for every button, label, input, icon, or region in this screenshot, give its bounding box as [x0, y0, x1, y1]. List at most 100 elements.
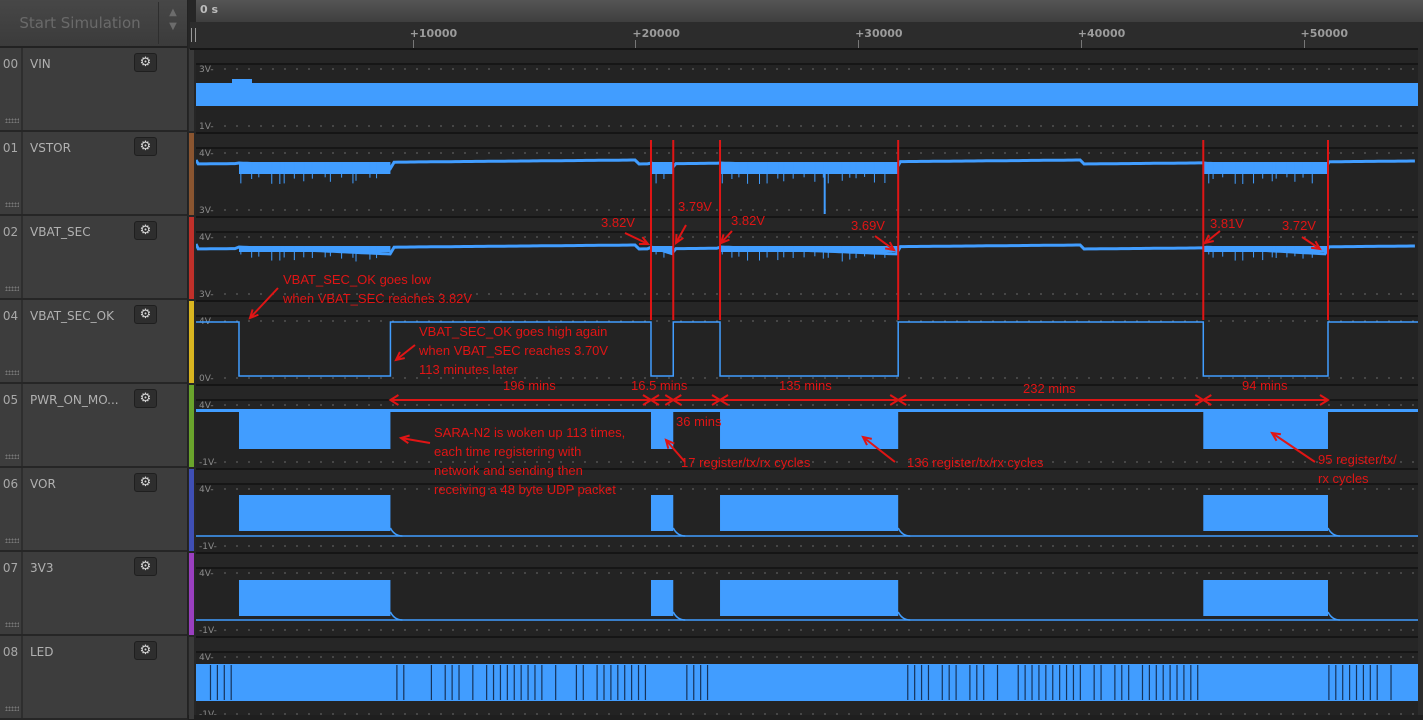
track-separator: [196, 147, 1423, 149]
channel-color-04: [189, 301, 194, 383]
drag-grip-icon[interactable]: [5, 454, 19, 459]
vbat-sec-ok-low-note: when VBAT_SEC reaches 3.82V: [283, 291, 473, 306]
y-min-label: 0V-: [199, 374, 214, 384]
track-label-pwr-on-mo-[interactable]: 05 PWR_ON_MO... ⚙: [0, 384, 188, 468]
track-name: PWR_ON_MO...: [30, 393, 119, 407]
vor-burst: [720, 495, 899, 531]
time-tick-label: +40000: [1077, 27, 1126, 40]
cycles-136-note: 136 register/tx/rx cycles: [907, 455, 1044, 470]
3v3-burst: [1203, 580, 1328, 616]
vstor-load-band: [238, 162, 391, 174]
gear-icon[interactable]: ⚙: [134, 389, 157, 408]
sara-wakeup-note: each time registering with: [434, 444, 582, 459]
gear-icon[interactable]: ⚙: [134, 557, 157, 576]
3v3-burst: [650, 580, 674, 616]
track-name: VOR: [30, 477, 56, 491]
vor-burst: [1203, 495, 1328, 531]
track-name: VBAT_SEC_OK: [30, 309, 114, 323]
drag-grip-icon[interactable]: [5, 202, 19, 207]
duration-label: 16.5 mins: [631, 378, 688, 393]
drag-grip-icon[interactable]: [5, 370, 19, 375]
time-tick-label: +30000: [855, 27, 903, 40]
track-label-3v3[interactable]: 07 3V3 ⚙: [0, 552, 188, 636]
track-label-led[interactable]: 08 LED ⚙: [0, 636, 188, 720]
drag-grip-icon[interactable]: [5, 622, 19, 627]
time-tick-mark: [858, 40, 860, 48]
track-separator: [196, 132, 1423, 134]
track-separator: [196, 567, 1423, 569]
duration-label: 94 mins: [1242, 378, 1288, 393]
y-max-label: 4V-: [199, 149, 214, 159]
channel-color-05: [189, 385, 194, 467]
ruler-drag-handle[interactable]: [191, 28, 196, 42]
triangle-down-icon[interactable]: ▼: [160, 20, 186, 34]
track-header-band: [196, 638, 1423, 651]
vbat-sec-ok-low-note: VBAT_SEC_OK goes low: [283, 272, 431, 287]
duration-label: 196 mins: [503, 378, 556, 393]
gear-icon[interactable]: ⚙: [134, 221, 157, 240]
drag-grip-icon[interactable]: [5, 286, 19, 291]
track-label-vstor[interactable]: 01 VSTOR ⚙: [0, 132, 188, 216]
y-min-label: -1V-: [199, 710, 217, 715]
y-min-label: -1V-: [199, 542, 217, 552]
track-name: LED: [30, 645, 54, 659]
triangle-up-icon[interactable]: ▲: [160, 6, 186, 20]
start-simulation-button[interactable]: Start Simulation: [2, 2, 159, 44]
y-max-label: 3V-: [199, 65, 214, 75]
led-trace: [196, 664, 1418, 701]
channel-panel: Start Simulation ▲ ▼ 00 VIN ⚙ 01 VSTOR ⚙…: [0, 0, 188, 720]
gear-icon[interactable]: ⚙: [134, 305, 157, 324]
vor-burst: [238, 495, 391, 531]
drag-grip-icon[interactable]: [5, 538, 19, 543]
track-label-vbat-sec[interactable]: 02 VBAT_SEC ⚙: [0, 216, 188, 300]
channel-color-00: [189, 49, 194, 131]
time-tick-mark: [1080, 40, 1082, 48]
track-label-vor[interactable]: 06 VOR ⚙: [0, 468, 188, 552]
channel-color-01: [189, 133, 194, 215]
voltage-label: 3.69V: [851, 218, 885, 233]
gear-icon[interactable]: ⚙: [134, 641, 157, 660]
vin-trace: [196, 83, 1418, 106]
track-header-band: [196, 134, 1423, 147]
track-separator: [196, 48, 1423, 50]
pwr-on-burst: [1203, 409, 1328, 449]
track-name: 3V3: [30, 561, 54, 575]
y-min-label: 3V-: [199, 290, 214, 300]
track-name: VBAT_SEC: [30, 225, 91, 239]
channel-color-strip: [188, 0, 196, 719]
gear-icon[interactable]: ⚙: [134, 53, 157, 72]
gear-icon[interactable]: ⚙: [134, 473, 157, 492]
cycles-17-note: 17 register/tx/rx cycles: [681, 455, 811, 470]
duration-label: 36 mins: [676, 414, 722, 429]
vbat-sec-ok-high-note: when VBAT_SEC reaches 3.70V: [419, 343, 609, 358]
simulation-header: Start Simulation ▲ ▼: [0, 0, 188, 48]
y-max-label: 4V-: [199, 569, 214, 579]
track-label-vbat-sec-ok[interactable]: 04 VBAT_SEC_OK ⚙: [0, 300, 188, 384]
track-name: VIN: [30, 57, 51, 71]
vertical-scrollbar: [1418, 48, 1423, 715]
drag-grip-icon[interactable]: [5, 706, 19, 711]
voltage-label: 3.82V: [731, 213, 765, 228]
drag-grip-icon[interactable]: [5, 118, 19, 123]
channel-color-06: [189, 469, 194, 551]
track-label-vin[interactable]: 00 VIN ⚙: [0, 48, 188, 132]
voltage-label: 3.72V: [1282, 218, 1316, 233]
track-separator: [196, 636, 1423, 638]
time-tick-label: +10000: [409, 27, 458, 40]
vbat-sec-load-band: [650, 246, 674, 252]
current-time: 0 s: [200, 3, 219, 16]
3v3-burst: [238, 580, 391, 616]
time-tick-label: +20000: [632, 27, 680, 40]
vin-spike: [232, 79, 252, 83]
channel-color-02: [189, 217, 194, 299]
vbat-sec-load-band: [238, 246, 391, 252]
scroll-arrows[interactable]: ▲ ▼: [160, 6, 186, 42]
time-ruler[interactable]: +10000 +20000 +30000 +40000 +50000: [190, 22, 1423, 50]
time-tick-mark: [635, 40, 637, 48]
vor-burst: [650, 495, 674, 531]
y-min-label: -1V-: [199, 626, 217, 636]
track-separator: [196, 651, 1423, 653]
gear-icon[interactable]: ⚙: [134, 137, 157, 156]
y-min-label: 3V-: [199, 206, 214, 216]
track-separator: [196, 63, 1423, 65]
